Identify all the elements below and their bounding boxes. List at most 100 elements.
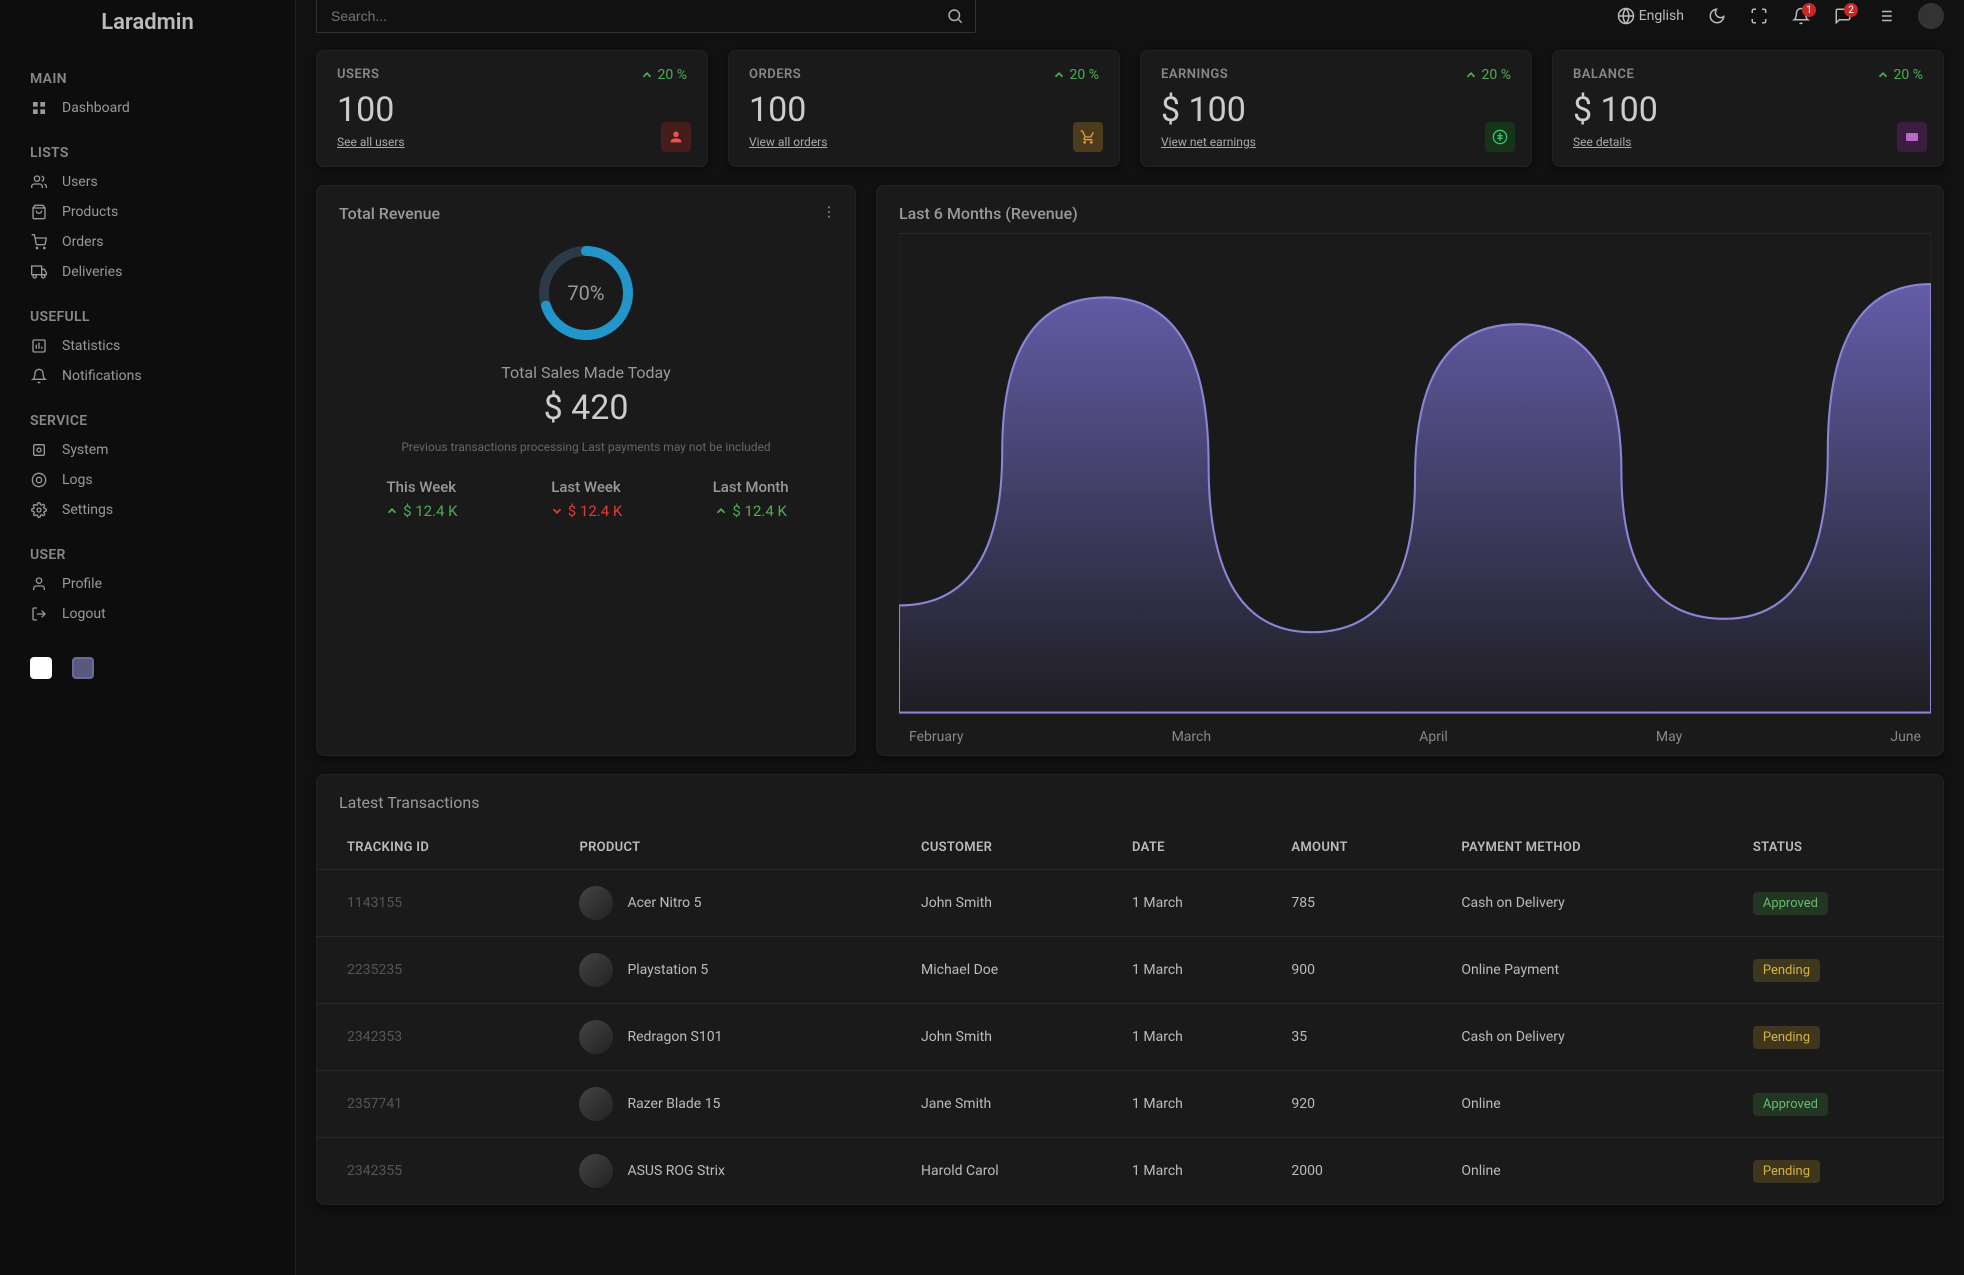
globe-icon (1617, 7, 1635, 25)
revenue-chart-panel: Last 6 Months (Revenue) (876, 185, 1944, 756)
product-thumb (579, 886, 613, 920)
table-header: CUSTOMER (905, 826, 1116, 870)
search-icon[interactable] (946, 7, 964, 25)
table-row[interactable]: 2342353 Redragon S101 John Smith 1 March… (317, 1004, 1943, 1071)
sidebar-item-label: Deliveries (62, 264, 122, 280)
stat-title: EARNINGS (1161, 67, 1511, 82)
sidebar-item-notifications[interactable]: Notifications (30, 361, 265, 391)
stat-value: 100 (337, 90, 687, 130)
status-cell: Pending (1737, 937, 1943, 1004)
transactions-title: Latest Transactions (317, 793, 1943, 826)
dashboard-icon (30, 99, 48, 117)
sidebar-section-title: LISTS (30, 135, 265, 167)
bell-icon (30, 367, 48, 385)
amount-cell: 2000 (1275, 1138, 1445, 1205)
sidebar-section-title: SERVICE (30, 403, 265, 435)
customer-cell: Jane Smith (905, 1071, 1116, 1138)
product-thumb (579, 1087, 613, 1121)
table-header: PAYMENT METHOD (1445, 826, 1736, 870)
stat-pct: 20 % (1052, 67, 1099, 83)
table-row[interactable]: 2342355 ASUS ROG Strix Harold Carol 1 Ma… (317, 1138, 1943, 1205)
table-header: DATE (1116, 826, 1275, 870)
sidebar-item-system[interactable]: System (30, 435, 265, 465)
date-cell: 1 March (1116, 937, 1275, 1004)
chart-title: Last 6 Months (Revenue) (899, 204, 1931, 223)
product-thumb (579, 953, 613, 987)
status-badge: Approved (1753, 1093, 1828, 1116)
sidebar-item-logs[interactable]: Logs (30, 465, 265, 495)
stat-value: $ 100 (1161, 90, 1511, 130)
sidebar-section-title: USER (30, 537, 265, 569)
theme-dark[interactable] (72, 657, 94, 679)
sidebar-item-users[interactable]: Users (30, 167, 265, 197)
list-icon[interactable] (1876, 7, 1894, 25)
sidebar-item-settings[interactable]: Settings (30, 495, 265, 525)
stat-title: USERS (337, 67, 687, 82)
messages-icon[interactable]: 2 (1834, 7, 1852, 25)
dark-mode-toggle[interactable] (1708, 7, 1726, 25)
customer-cell: Harold Carol (905, 1138, 1116, 1205)
stat-link[interactable]: View net earnings (1161, 135, 1256, 149)
sidebar-item-logout[interactable]: Logout (30, 599, 265, 629)
sidebar-item-label: Notifications (62, 368, 142, 384)
mini-stat: Last Month $ 12.4 K (668, 478, 833, 520)
more-icon[interactable] (821, 204, 837, 220)
search-input[interactable] (316, 0, 976, 33)
sidebar-item-deliveries[interactable]: Deliveries (30, 257, 265, 287)
language-selector[interactable]: English (1617, 7, 1684, 25)
amount-cell: 35 (1275, 1004, 1445, 1071)
profile-icon (30, 575, 48, 593)
tracking-id: 2357741 (317, 1071, 563, 1138)
status-badge: Pending (1753, 1160, 1820, 1183)
logo[interactable]: Laradmin (0, 10, 295, 53)
stat-icon (1897, 122, 1927, 152)
tracking-id: 2342355 (317, 1138, 563, 1205)
sidebar-item-label: Orders (62, 234, 104, 250)
orders-icon (30, 233, 48, 251)
transactions-panel: Latest Transactions TRACKING IDPRODUCTCU… (316, 774, 1944, 1205)
sidebar: Laradmin MAINDashboardLISTSUsersProducts… (0, 0, 296, 1275)
status-badge: Pending (1753, 1026, 1820, 1049)
fullscreen-icon[interactable] (1750, 7, 1768, 25)
sidebar-item-products[interactable]: Products (30, 197, 265, 227)
mini-value: $ 12.4 K (668, 502, 833, 520)
sidebar-item-orders[interactable]: Orders (30, 227, 265, 257)
table-header: TRACKING ID (317, 826, 563, 870)
products-icon (30, 203, 48, 221)
sidebar-item-label: Users (62, 174, 98, 190)
customer-cell: John Smith (905, 1004, 1116, 1071)
stat-link[interactable]: See all users (337, 135, 405, 149)
sidebar-item-profile[interactable]: Profile (30, 569, 265, 599)
stat-link[interactable]: See details (1573, 135, 1631, 149)
product-cell: Acer Nitro 5 (563, 870, 905, 937)
sidebar-item-dashboard[interactable]: Dashboard (30, 93, 265, 123)
product-cell: Redragon S101 (563, 1004, 905, 1071)
logout-icon (30, 605, 48, 623)
tracking-id: 2342353 (317, 1004, 563, 1071)
table-row[interactable]: 1143155 Acer Nitro 5 John Smith 1 March … (317, 870, 1943, 937)
status-cell: Pending (1737, 1004, 1943, 1071)
avatar[interactable] (1918, 3, 1944, 29)
method-cell: Cash on Delivery (1445, 1004, 1736, 1071)
donut-label: 70% (567, 281, 604, 305)
sidebar-section-title: USEFULL (30, 299, 265, 331)
product-cell: ASUS ROG Strix (563, 1138, 905, 1205)
sidebar-item-statistics[interactable]: Statistics (30, 331, 265, 361)
cog-icon (30, 441, 48, 459)
mini-label: Last Month (668, 478, 833, 496)
table-header: STATUS (1737, 826, 1943, 870)
theme-light[interactable] (30, 657, 52, 679)
stat-value: $ 100 (1573, 90, 1923, 130)
tracking-id: 1143155 (317, 870, 563, 937)
date-cell: 1 March (1116, 1138, 1275, 1205)
notifications-icon[interactable]: 1 (1792, 7, 1810, 25)
sidebar-item-label: Profile (62, 576, 102, 592)
table-row[interactable]: 2357741 Razer Blade 15 Jane Smith 1 Marc… (317, 1071, 1943, 1138)
panel-title: Total Revenue (339, 204, 833, 223)
table-row[interactable]: 2235235 Playstation 5 Michael Doe 1 Marc… (317, 937, 1943, 1004)
mini-value: $ 12.4 K (339, 502, 504, 520)
chart-x-label: June (1890, 729, 1921, 745)
stat-icon (1485, 122, 1515, 152)
topbar: English 1 2 (296, 0, 1964, 40)
stat-link[interactable]: View all orders (749, 135, 827, 149)
